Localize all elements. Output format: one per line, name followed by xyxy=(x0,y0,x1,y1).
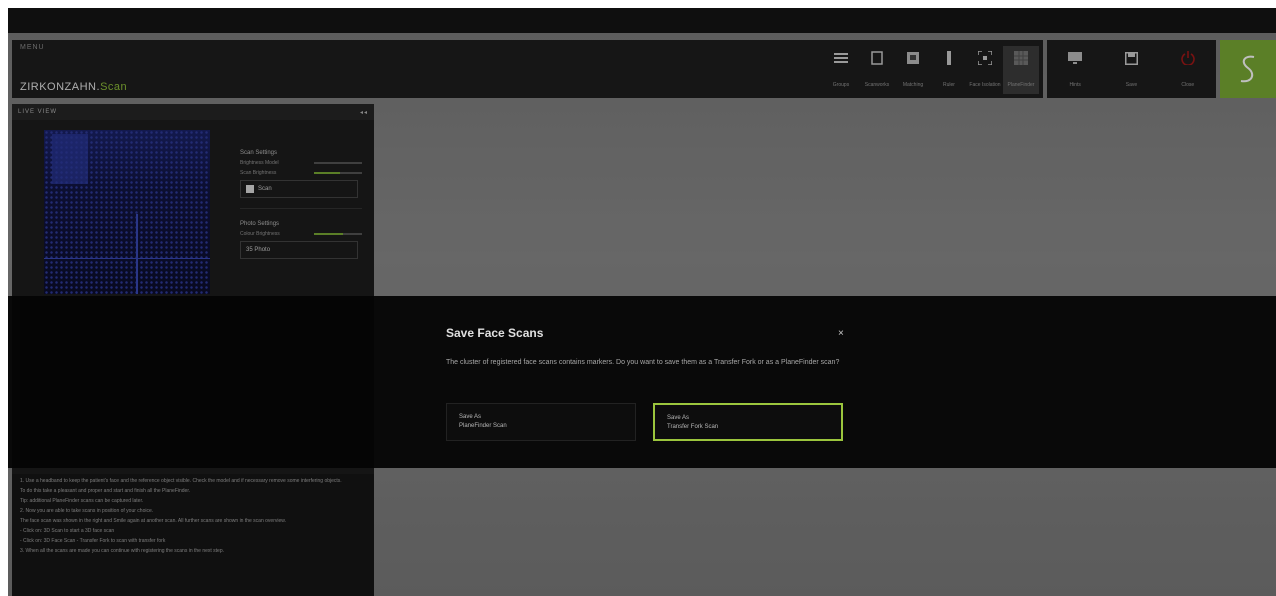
option-line-1: Save As xyxy=(459,414,482,420)
save-as-transfer-fork-button[interactable]: Save As Transfer Fork Scan xyxy=(653,403,843,441)
option-line-1: Save As xyxy=(667,415,690,421)
dialog-title: Save Face Scans xyxy=(446,326,544,340)
save-as-planefinder-button[interactable]: Save As PlaneFinder Scan xyxy=(446,403,636,441)
dialog-message: The cluster of registered face scans con… xyxy=(446,359,840,366)
option-line-2: Transfer Fork Scan xyxy=(667,424,719,430)
modal-band: Save Face Scans × The cluster of registe… xyxy=(8,296,1276,468)
app-window: MENU ZIRKONZAHN.Scan Groups Scanworks Ma… xyxy=(8,8,1276,596)
save-face-scans-dialog: Save Face Scans × The cluster of registe… xyxy=(438,314,858,454)
close-icon[interactable]: × xyxy=(838,328,844,339)
option-line-2: PlaneFinder Scan xyxy=(459,423,507,429)
